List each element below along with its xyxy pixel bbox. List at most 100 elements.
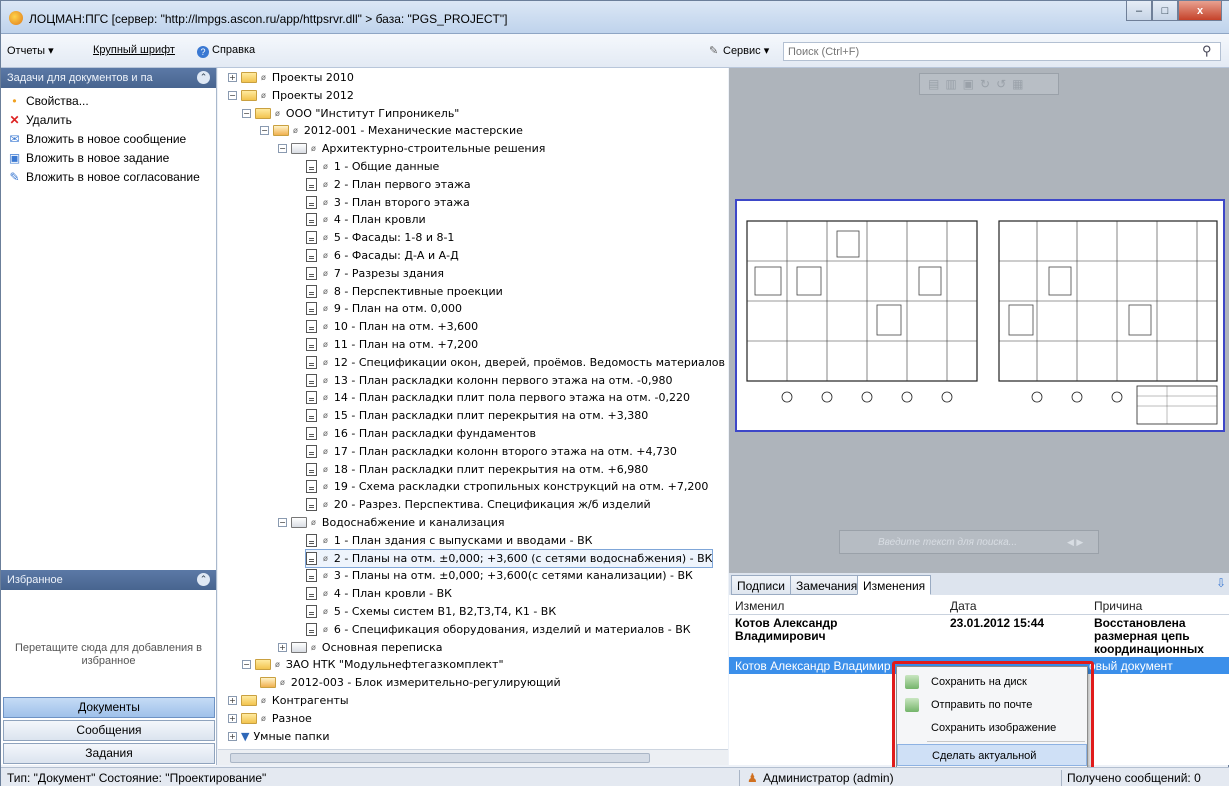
col-date[interactable]: Дата xyxy=(950,599,977,613)
tree-item[interactable]: ø 1 - Общие данные xyxy=(306,158,439,175)
menu-save-image[interactable]: Сохранить изображение xyxy=(897,717,1087,739)
expand-icon[interactable]: + xyxy=(228,731,237,741)
tree-item[interactable]: ø 2 - План первого этажа xyxy=(306,176,471,193)
task-properties[interactable]: • Свойства... xyxy=(1,92,216,111)
menu-make-current[interactable]: Сделать актуальной xyxy=(897,744,1087,766)
search-input[interactable] xyxy=(783,42,1221,61)
horizontal-scrollbar[interactable] xyxy=(218,749,728,765)
collapse-icon[interactable]: − xyxy=(242,108,251,118)
document-icon xyxy=(306,338,317,351)
nav-documents-button[interactable]: Документы xyxy=(3,697,215,718)
tree-item[interactable]: ø 7 - Разрезы здания xyxy=(306,265,444,282)
expand-icon[interactable]: + xyxy=(228,73,237,82)
viewer-tools-icon[interactable]: ▤▥▣↻↺▦ xyxy=(928,77,1029,91)
tree-item-label: 17 - План раскладки колонн второго этажа… xyxy=(333,444,677,458)
preview-pane: ▤▥▣↻↺▦ Введите текст для поиска... ◀ ▶ П… xyxy=(729,68,1229,765)
tree-item[interactable]: ø 11 - План на отм. +7,200 xyxy=(306,336,478,353)
reports-menu[interactable]: Отчеты ▾ xyxy=(7,44,54,57)
favorites-panel-header[interactable]: Избранное ⌃ xyxy=(1,570,216,590)
tree-item[interactable]: ø 3 - План второго этажа xyxy=(306,194,470,211)
status-dot-icon: ø xyxy=(261,73,266,82)
collapse-icon[interactable]: − xyxy=(260,126,269,136)
tree-item[interactable]: − ø ООО "Институт Гипроникель" xyxy=(242,105,459,122)
collapse-icon[interactable]: ⌃ xyxy=(197,573,210,586)
tree-item[interactable]: ø 10 - План на отм. +3,600 xyxy=(306,318,478,335)
tree-item-label: 2012-001 - Механические мастерские xyxy=(303,124,523,138)
tab-remarks[interactable]: Замечания xyxy=(790,575,864,595)
tree-item-label: 6 - Спецификация оборудования, изделий и… xyxy=(333,622,691,636)
tree-item[interactable]: + ▼ Умные папки xyxy=(228,728,330,745)
tree-item[interactable]: + ø Основная переписка xyxy=(278,639,443,656)
tree-item[interactable]: ø 18 - План раскладки плит перекрытия на … xyxy=(306,461,648,478)
row1-changed-by: Котов Александр Владимирович xyxy=(735,616,838,643)
viewer-search-input[interactable]: Введите текст для поиска... xyxy=(839,530,1099,554)
tree-item[interactable]: ø 6 - Спецификация оборудования, изделий … xyxy=(306,621,691,638)
menu-save-to-disk[interactable]: Сохранить на диск xyxy=(897,671,1087,693)
export-icon[interactable]: ⇩ xyxy=(1216,576,1226,590)
tree-item[interactable]: − ø Проекты 2012 xyxy=(228,87,354,104)
collapse-icon[interactable]: ⌃ xyxy=(197,71,210,84)
help-menu[interactable]: ? Справка xyxy=(197,44,255,58)
large-font-button[interactable]: Крупный шрифт xyxy=(93,44,175,56)
tree-item[interactable]: ø 5 - Схемы систем В1, В2,Т3,Т4, К1 - ВК xyxy=(306,603,556,620)
service-menu[interactable]: Сервис ▾ xyxy=(723,44,769,57)
tree-item[interactable]: − ø ЗАО НТК "Модульнефтегазкомплект" xyxy=(242,656,504,673)
tree-item[interactable]: ø 4 - План кровли - ВК xyxy=(306,585,452,602)
viewer-search-arrows-icon[interactable]: ◀ ▶ xyxy=(1067,537,1083,548)
tree-item[interactable]: ø 17 - План раскладки колонн второго этаж… xyxy=(306,443,677,460)
tree-item[interactable]: ø 16 - План раскладки фундаментов xyxy=(306,425,536,442)
expand-icon[interactable]: + xyxy=(228,713,237,723)
col-changed-by[interactable]: Изменил xyxy=(735,599,784,613)
tree-item[interactable]: ø 2 - Планы на отм. ±0,000; +3,600 (с сет… xyxy=(304,548,714,568)
expand-icon[interactable]: + xyxy=(228,696,237,705)
tree-item[interactable]: + ø Разное xyxy=(228,710,312,727)
expand-icon[interactable]: + xyxy=(278,642,287,652)
collapse-icon[interactable]: − xyxy=(228,90,237,100)
task-attach-message[interactable]: ✉ Вложить в новое сообщение xyxy=(1,130,216,149)
tree-item[interactable]: ø 19 - Схема раскладки стропильных констр… xyxy=(306,478,708,495)
tree-item[interactable]: ø 12 - Спецификации окон, дверей, проёмов… xyxy=(306,354,725,371)
tree-item[interactable]: ø 8 - Перспективные проекции xyxy=(306,283,503,300)
tree-item[interactable]: ø 15 - План раскладки плит перекрытия на … xyxy=(306,407,648,424)
tree-item[interactable]: ø 4 - План кровли xyxy=(306,211,426,228)
tasks-panel-header[interactable]: Задачи для документов и па ⌃ xyxy=(1,68,216,88)
minimize-button[interactable]: – xyxy=(1126,1,1152,21)
scrollbar-thumb[interactable] xyxy=(230,753,650,763)
close-button[interactable]: x xyxy=(1178,1,1222,21)
collapse-icon[interactable]: − xyxy=(278,518,287,527)
tree-item[interactable]: ø 20 - Разрез. Перспектива. Спецификация … xyxy=(306,496,651,513)
tree-item[interactable]: ø 9 - План на отм. 0,000 xyxy=(306,300,462,317)
tree-item-label: Водоснабжение и канализация xyxy=(321,516,505,529)
col-reason[interactable]: Причина xyxy=(1094,599,1142,613)
tree-item[interactable]: − ø 2012-001 - Механические мастерские xyxy=(260,122,523,139)
menu-send-mail[interactable]: Отправить по почте xyxy=(897,694,1087,716)
tree-item[interactable]: ø 5 - Фасады: 1-8 и 8-1 xyxy=(306,229,454,246)
tree-item[interactable]: ø 13 - План раскладки колонн первого этаж… xyxy=(306,372,673,389)
tree-item[interactable]: ø 3 - Планы на отм. ±0,000; +3,600(с сетя… xyxy=(306,567,693,584)
document-icon xyxy=(306,462,317,476)
tab-changes[interactable]: Изменения xyxy=(857,575,932,595)
tab-signatures[interactable]: Подписи xyxy=(731,575,791,595)
collapse-icon[interactable]: − xyxy=(242,660,251,670)
tree-item[interactable]: ø 1 - План здания с выпусками и вводами -… xyxy=(306,532,593,549)
nav-messages-button[interactable]: Сообщения xyxy=(3,720,215,741)
tree-item[interactable]: + ø Контрагенты xyxy=(228,692,349,709)
nav-tasks-button[interactable]: Задания xyxy=(3,743,215,764)
search-icon[interactable]: ⚲ xyxy=(1202,43,1212,59)
status-dot-icon: ø xyxy=(323,286,328,296)
collapse-icon[interactable]: − xyxy=(278,144,287,154)
task-attach-task[interactable]: ▣ Вложить в новое задание xyxy=(1,149,216,168)
maximize-button[interactable]: □ xyxy=(1152,1,1178,21)
tree-item[interactable]: + ø Проекты 2010 xyxy=(228,69,354,86)
task-delete[interactable]: ✕ Удалить xyxy=(1,111,216,130)
status-dot-icon: ø xyxy=(323,624,328,634)
tabs-bar: Подписи Замечания Изменения ⇩ xyxy=(729,573,1229,595)
tree-item[interactable]: ø 2012-003 - Блок измерительно-регулирующ… xyxy=(260,674,561,691)
document-icon xyxy=(306,498,317,512)
tree-item[interactable]: ø 6 - Фасады: Д-А и А-Д xyxy=(306,247,459,264)
tree-item[interactable]: − ø Архитектурно-строительные решения xyxy=(278,140,545,157)
tree-item[interactable]: ø 14 - План раскладки плит пола первого э… xyxy=(306,389,690,406)
task-attach-approval[interactable]: ✎ Вложить в новое согласование xyxy=(1,168,216,187)
tree-item-label: 8 - Перспективные проекции xyxy=(333,284,503,298)
tree-item[interactable]: − ø Водоснабжение и канализация xyxy=(278,514,505,531)
